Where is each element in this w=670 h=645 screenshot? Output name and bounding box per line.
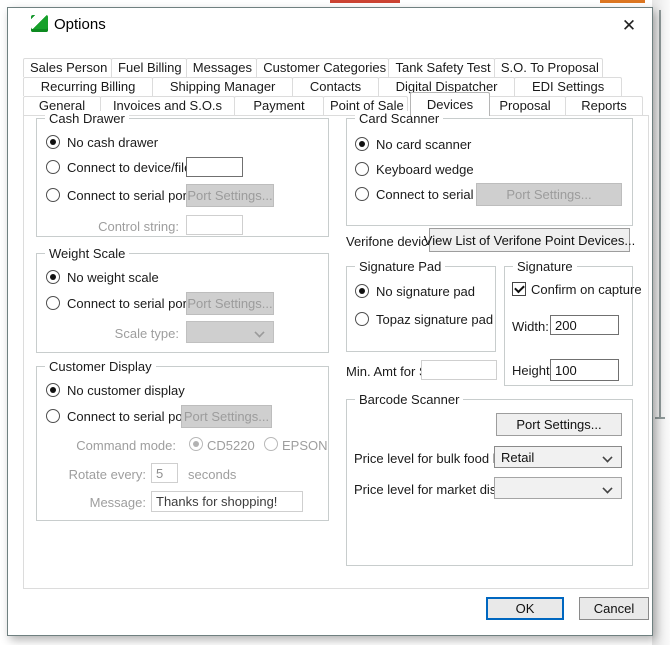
radio-label[interactable]: Keyboard wedge [376, 162, 474, 177]
group-title: Signature Pad [355, 259, 445, 274]
tab-proposal[interactable]: Proposal [484, 96, 566, 115]
tab-row-2: Recurring Billing Shipping Manager Conta… [23, 77, 622, 96]
group-title: Barcode Scanner [355, 392, 463, 407]
app-icon [31, 15, 48, 32]
radio-connect-device-file[interactable] [46, 160, 60, 174]
tab-recurring-billing[interactable]: Recurring Billing [23, 77, 153, 96]
radio-connect-serial-card[interactable] [355, 187, 369, 201]
radio-label[interactable]: No cash drawer [67, 135, 158, 150]
scale-port-settings-button[interactable]: Port Settings... [186, 292, 274, 315]
screen: Options ✕ Sales Person Fuel Billing Mess… [0, 0, 670, 645]
tab-customer-categories[interactable]: Customer Categories [256, 58, 389, 77]
command-mode-label: Command mode: [61, 438, 176, 453]
card-port-settings-button[interactable]: Port Settings... [476, 183, 622, 206]
scale-type-select[interactable] [186, 321, 274, 343]
radio-label[interactable]: Connect to device/file: [67, 160, 195, 175]
radio-no-signature-pad[interactable] [355, 284, 369, 298]
rotate-every-label: Rotate every: [66, 467, 146, 482]
radio-cd5220[interactable] [189, 437, 203, 451]
cancel-button[interactable]: Cancel [579, 597, 649, 620]
radio-label[interactable]: Connect to serial port: [67, 296, 194, 311]
chevron-down-icon [602, 483, 612, 493]
radio-label[interactable]: No signature pad [376, 284, 475, 299]
rotate-seconds-input[interactable] [151, 463, 178, 483]
tab-contacts[interactable]: Contacts [292, 77, 379, 96]
group-title: Customer Display [45, 359, 156, 374]
radio-connect-serial-scale[interactable] [46, 296, 60, 310]
height-label: Height: [512, 363, 553, 378]
radio-no-customer-display[interactable] [46, 383, 60, 397]
radio-no-weight-scale[interactable] [46, 270, 60, 284]
radio-no-cash-drawer[interactable] [46, 135, 60, 149]
tab-sales-person[interactable]: Sales Person [23, 58, 112, 77]
tab-fuel-billing[interactable]: Fuel Billing [111, 58, 187, 77]
tab-row-1: Sales Person Fuel Billing Messages Custo… [23, 58, 603, 77]
radio-connect-serial-display[interactable] [46, 409, 60, 423]
market-discount-select[interactable] [494, 477, 622, 499]
width-input[interactable] [550, 315, 619, 335]
device-file-input[interactable] [186, 157, 243, 177]
control-string-label: Control string: [91, 219, 179, 234]
view-verifone-devices-button[interactable]: View List of Verifone Point Devices... [429, 228, 630, 252]
group-title: Weight Scale [45, 246, 129, 261]
background-artifact [600, 0, 645, 3]
cash-port-settings-button[interactable]: Port Settings... [186, 184, 274, 207]
bulk-food-value: Retail [501, 450, 534, 465]
radio-label[interactable]: No weight scale [67, 270, 159, 285]
radio-label[interactable]: No customer display [67, 383, 185, 398]
tab-messages[interactable]: Messages [186, 58, 258, 77]
message-label: Message: [66, 495, 146, 510]
title-bar: Options ✕ [8, 8, 652, 48]
display-port-settings-button[interactable]: Port Settings... [181, 405, 272, 428]
chevron-down-icon [254, 327, 264, 337]
bulk-food-select[interactable]: Retail [494, 446, 622, 468]
background-scrollbar [659, 10, 661, 417]
tab-so-to-proposal[interactable]: S.O. To Proposal [494, 58, 603, 77]
height-input[interactable] [550, 359, 619, 381]
confirm-on-capture-checkbox[interactable] [512, 282, 526, 296]
barcode-port-settings-button[interactable]: Port Settings... [496, 413, 622, 436]
radio-label[interactable]: Topaz signature pad [376, 312, 493, 327]
background-window-edge [652, 0, 670, 645]
dialog-title: Options [54, 16, 106, 33]
options-dialog: Options ✕ Sales Person Fuel Billing Mess… [7, 7, 653, 636]
group-title: Cash Drawer [45, 111, 129, 126]
width-label: Width: [512, 319, 549, 334]
checkbox-label[interactable]: Confirm on capture [531, 282, 642, 297]
background-artifact [330, 0, 400, 3]
radio-epson[interactable] [264, 437, 278, 451]
ok-button[interactable]: OK [486, 597, 564, 620]
radio-label[interactable]: Connect to serial port: [67, 409, 194, 424]
tab-edi-settings[interactable]: EDI Settings [514, 77, 622, 96]
tab-reports[interactable]: Reports [565, 96, 643, 115]
close-icon[interactable]: ✕ [616, 13, 642, 39]
tab-devices-active[interactable]: Devices [410, 92, 490, 116]
group-signature-pad: Signature Pad [346, 266, 496, 352]
scale-type-label: Scale type: [91, 326, 179, 341]
radio-label[interactable]: Connect to serial port: [67, 188, 194, 203]
message-input[interactable] [151, 491, 303, 512]
tab-payment[interactable]: Payment [234, 96, 324, 115]
tab-shipping-manager[interactable]: Shipping Manager [152, 77, 293, 96]
radio-keyboard-wedge[interactable] [355, 162, 369, 176]
radio-topaz-signature-pad[interactable] [355, 312, 369, 326]
chevron-down-icon [602, 452, 612, 462]
radio-label[interactable]: CD5220 [207, 438, 255, 453]
radio-label[interactable]: EPSON [282, 438, 328, 453]
group-title: Signature [513, 259, 577, 274]
radio-connect-serial-cash[interactable] [46, 188, 60, 202]
radio-no-card-scanner[interactable] [355, 137, 369, 151]
background-scrollbar-tick [655, 417, 665, 419]
min-amt-input[interactable] [421, 360, 497, 380]
control-string-input[interactable] [186, 215, 243, 235]
radio-label[interactable]: No card scanner [376, 137, 471, 152]
tab-tank-safety-test[interactable]: Tank Safety Test [388, 58, 494, 77]
seconds-label: seconds [188, 467, 236, 482]
